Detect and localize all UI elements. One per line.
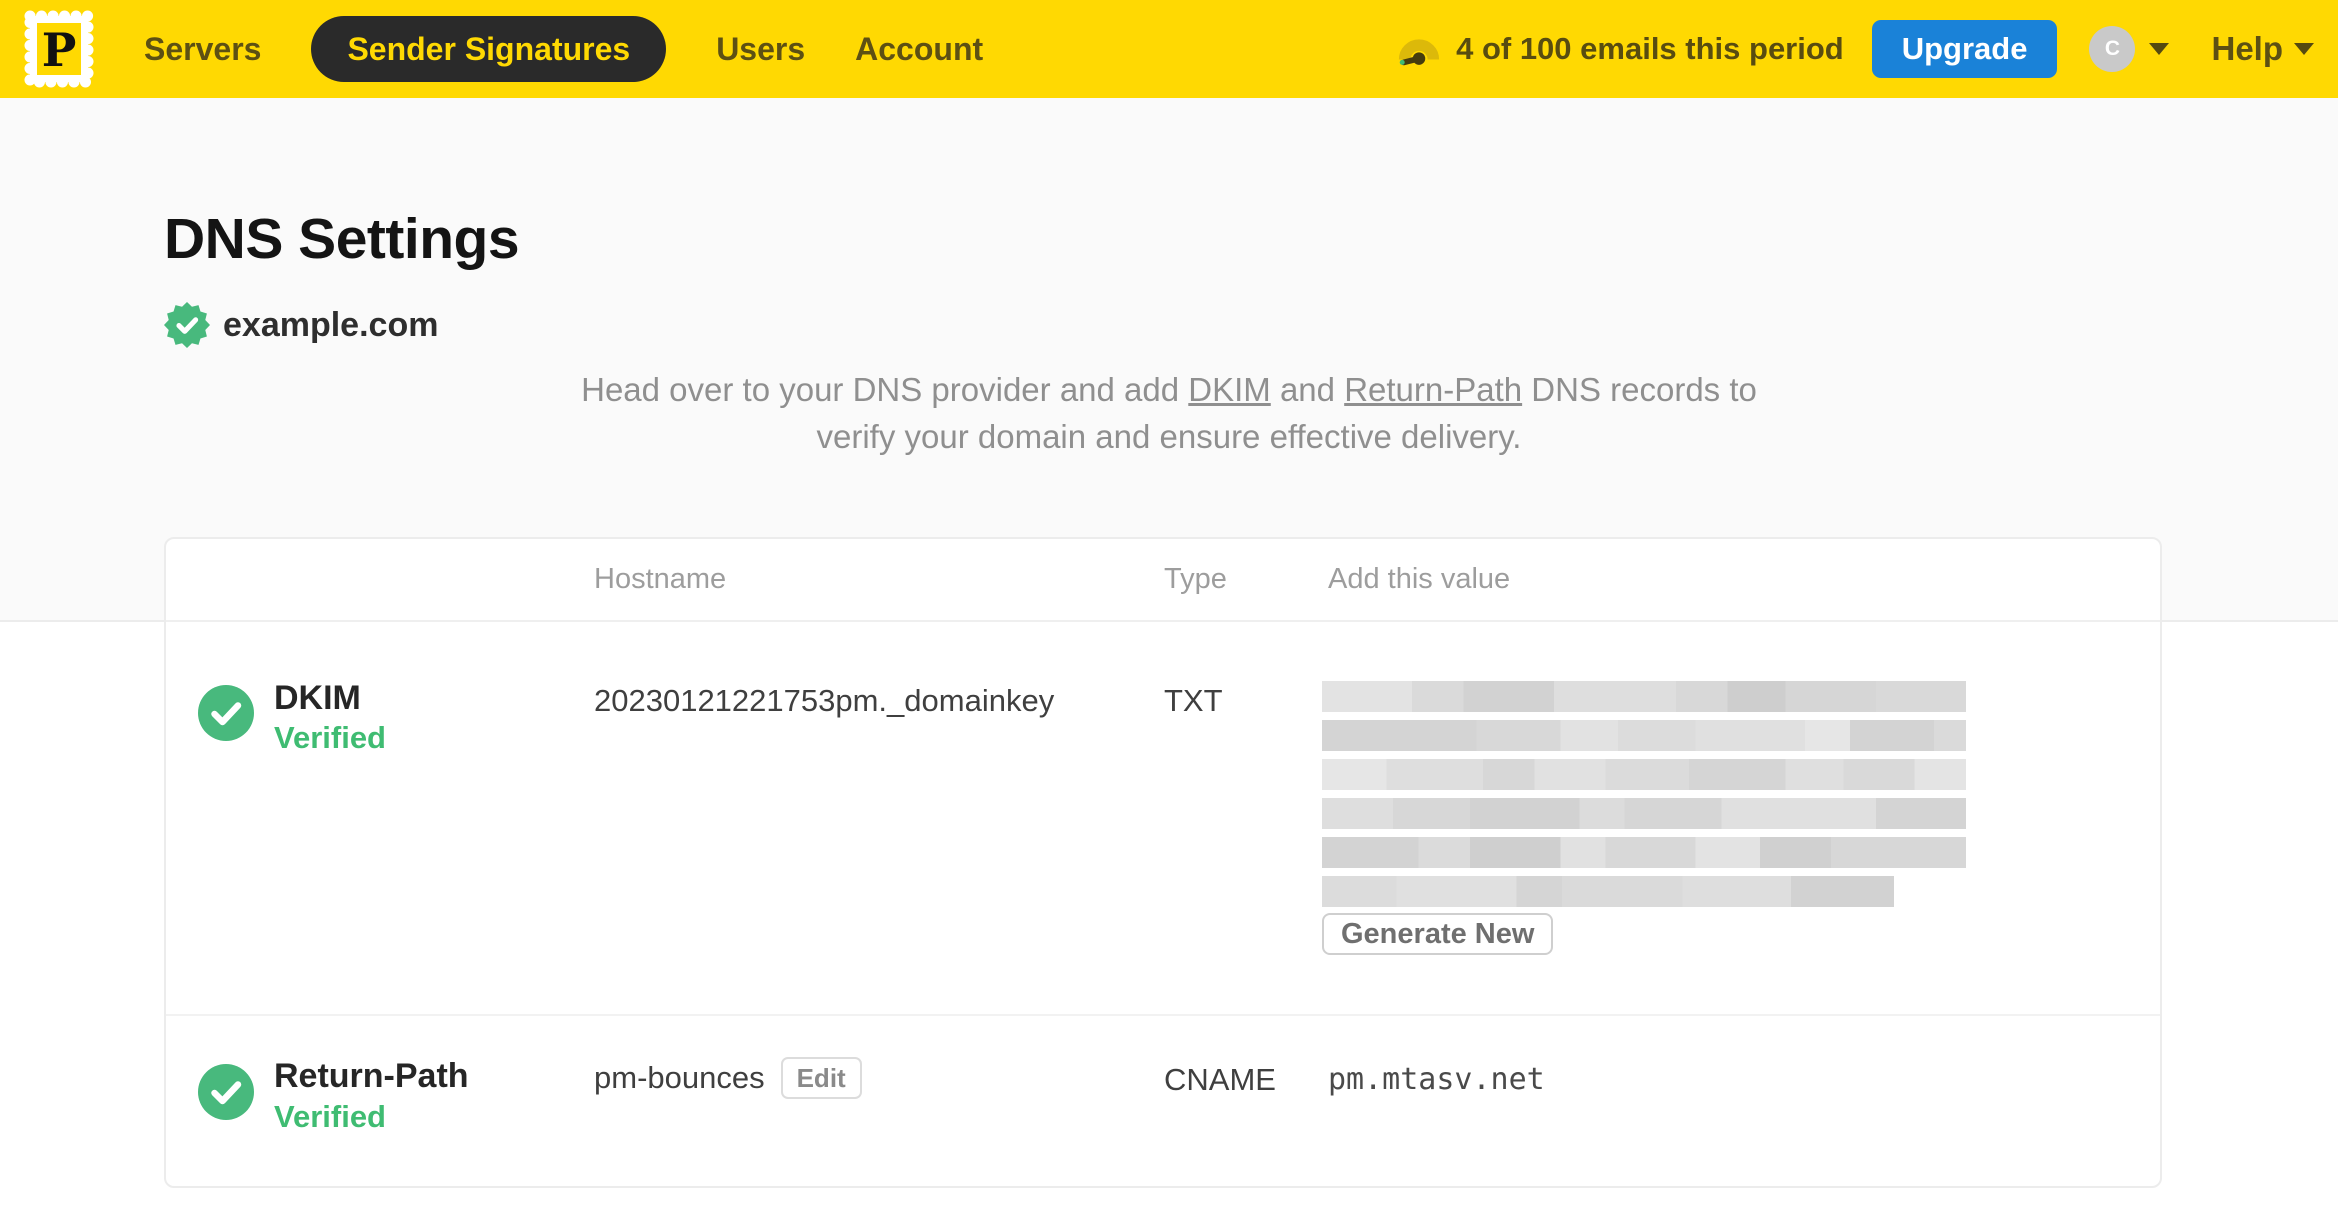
redacted-line bbox=[1322, 681, 1966, 712]
help-menu[interactable]: Help bbox=[2211, 30, 2314, 68]
column-header-value: Add this value bbox=[1328, 563, 1511, 595]
return-path-link[interactable]: Return-Path bbox=[1344, 371, 1522, 408]
column-header-hostname: Hostname bbox=[594, 563, 727, 595]
redacted-line bbox=[1322, 720, 1966, 751]
dns-value: pm.mtasv.net bbox=[1328, 1062, 1545, 1097]
dkim-link[interactable]: DKIM bbox=[1188, 371, 1271, 408]
chevron-down-icon bbox=[2149, 43, 2170, 55]
dns-records-table: Hostname Type Add this value DKIM Verifi… bbox=[164, 537, 2162, 1188]
nav-item-users[interactable]: Users bbox=[716, 31, 805, 68]
divider bbox=[166, 1014, 2160, 1016]
nav-right: 4 of 100 emails this period Upgrade C He… bbox=[1396, 20, 2314, 78]
redacted-line bbox=[1322, 876, 1894, 907]
divider bbox=[166, 620, 2160, 622]
intro-part: Head over to your DNS provider and add bbox=[581, 371, 1189, 408]
record-name: Return-Path bbox=[274, 1057, 469, 1095]
postmark-logo[interactable]: P bbox=[20, 6, 98, 92]
gauge-icon bbox=[1398, 39, 1440, 66]
logo-letter: P bbox=[42, 23, 77, 77]
column-header-type: Type bbox=[1164, 563, 1227, 595]
domain-name: example.com bbox=[223, 305, 439, 344]
verified-check-icon bbox=[198, 1064, 254, 1120]
domain-row: example.com bbox=[164, 302, 438, 348]
intro-part: and bbox=[1270, 371, 1345, 408]
intro-text: Head over to your DNS provider and add D… bbox=[539, 366, 1799, 460]
account-menu[interactable]: C bbox=[2089, 26, 2170, 72]
usage-meter[interactable]: 4 of 100 emails this period bbox=[1396, 31, 1844, 67]
help-label: Help bbox=[2211, 30, 2283, 67]
status-badge: Verified bbox=[274, 720, 386, 755]
redacted-line bbox=[1322, 759, 1966, 790]
record-name: DKIM bbox=[274, 679, 361, 717]
nav-item-servers[interactable]: Servers bbox=[144, 31, 261, 68]
hostname-value: pm-bounces bbox=[594, 1060, 765, 1095]
chevron-down-icon bbox=[2294, 43, 2314, 55]
status-badge: Verified bbox=[274, 1099, 386, 1134]
verified-seal-icon bbox=[164, 302, 210, 348]
verified-check-icon bbox=[198, 685, 254, 741]
avatar: C bbox=[2089, 26, 2136, 72]
usage-text: 4 of 100 emails this period bbox=[1456, 31, 1844, 66]
upgrade-button[interactable]: Upgrade bbox=[1871, 20, 2058, 78]
redacted-line bbox=[1322, 798, 1966, 829]
type-value: TXT bbox=[1164, 683, 1223, 718]
nav-item-sender-signatures[interactable]: Sender Signatures bbox=[311, 16, 667, 82]
nav-links: Servers Sender Signatures Users Account bbox=[144, 16, 983, 82]
nav-item-account[interactable]: Account bbox=[855, 31, 983, 68]
edit-button[interactable]: Edit bbox=[780, 1057, 862, 1099]
redacted-dns-value bbox=[1322, 681, 1966, 915]
generate-new-button[interactable]: Generate New bbox=[1322, 913, 1554, 955]
type-value: CNAME bbox=[1164, 1062, 1276, 1097]
hostname-cell: pm-bounces Edit bbox=[594, 1057, 862, 1099]
page-title: DNS Settings bbox=[164, 207, 520, 271]
top-nav: P Servers Sender Signatures Users Accoun… bbox=[0, 0, 2338, 98]
hostname-value: 20230121221753pm._domainkey bbox=[594, 683, 1055, 718]
redacted-line bbox=[1322, 837, 1966, 868]
